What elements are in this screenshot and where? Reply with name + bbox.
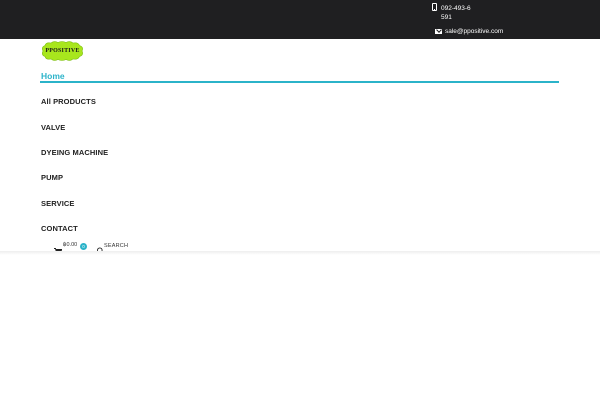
mobile-phone-icon bbox=[432, 3, 437, 11]
nav-home[interactable]: Home bbox=[41, 71, 65, 81]
nav-item-all-products[interactable]: All PRODUCTS bbox=[41, 97, 96, 106]
nav-item-contact[interactable]: CONTACT bbox=[41, 224, 78, 233]
nav-item-service[interactable]: SERVICE bbox=[41, 199, 75, 208]
search-icon[interactable] bbox=[95, 242, 103, 255]
shopping-cart-icon[interactable] bbox=[54, 242, 63, 255]
search-button[interactable]: SEARCH bbox=[104, 243, 128, 250]
nav-item-valve[interactable]: VALVE bbox=[41, 123, 65, 132]
nav-item-pump[interactable]: PUMP bbox=[41, 173, 63, 182]
nav-item-dyeing-machine[interactable]: DYEING MACHINE bbox=[41, 148, 108, 157]
cart-count-badge: 0 bbox=[80, 243, 87, 250]
contact-phone[interactable]: 092-493-6591 bbox=[441, 4, 471, 22]
contact-email[interactable]: sale@ppositive.com bbox=[445, 28, 503, 36]
nav-active-underline bbox=[40, 81, 559, 83]
envelope-icon bbox=[435, 29, 442, 34]
logo-text: PPOSITIVE bbox=[45, 48, 80, 54]
site-logo[interactable]: PPOSITIVE bbox=[40, 40, 85, 62]
header-divider bbox=[0, 251, 600, 255]
cart-total[interactable]: ฿0.00 bbox=[63, 242, 77, 249]
top-bar: 092-493-6591 sale@ppositive.com bbox=[0, 0, 600, 39]
